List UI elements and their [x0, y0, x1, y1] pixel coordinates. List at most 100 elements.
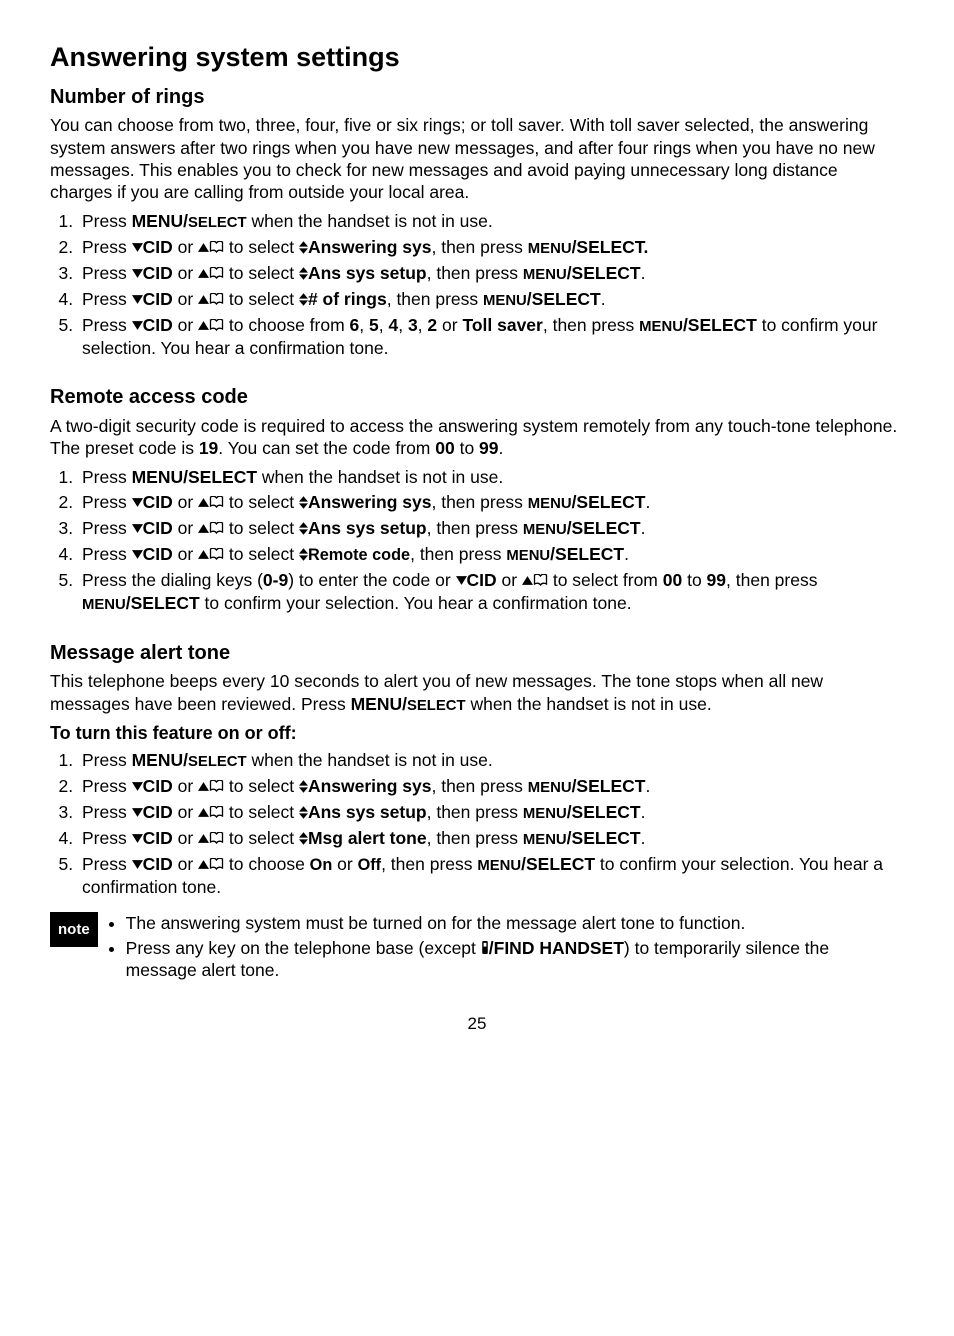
- option: 4: [388, 315, 398, 335]
- key-label: /SELECT: [572, 776, 646, 796]
- key-label: MENU: [506, 548, 550, 564]
- intro-paragraph: You can choose from two, three, four, fi…: [50, 114, 904, 204]
- updown-icon: [299, 241, 308, 254]
- option: Toll saver: [462, 315, 542, 335]
- key-label: MENU: [528, 496, 572, 512]
- phonebook-icon: [209, 293, 224, 308]
- note-list: The answering system must be turned on f…: [108, 910, 904, 983]
- list-item: Press MENU/SELECT when the handset is no…: [78, 210, 904, 233]
- note-item: Press any key on the telephone base (exc…: [126, 937, 904, 982]
- updown-icon: [299, 780, 308, 793]
- menu-option: Ans sys setup: [308, 263, 427, 283]
- key-label: /SELECT: [550, 544, 624, 564]
- menu-option: Ans sys setup: [308, 802, 427, 822]
- down-icon: [132, 780, 143, 795]
- phonebook-icon: [209, 319, 224, 334]
- key-label: MENU: [477, 858, 521, 874]
- up-icon: [522, 574, 533, 589]
- menu-option: Answering sys: [308, 776, 432, 796]
- up-icon: [198, 522, 209, 537]
- phonebook-icon: [209, 806, 224, 821]
- down-icon: [456, 574, 467, 589]
- key-label: /SELECT.: [572, 237, 649, 257]
- key-label: MENU: [528, 241, 572, 257]
- key-label: /SELECT: [126, 593, 200, 613]
- text: Press: [82, 750, 132, 770]
- heading: Number of rings: [50, 85, 904, 111]
- menu-option: Answering sys: [308, 237, 432, 257]
- down-icon: [132, 548, 143, 563]
- key-label: MENU/SELECT: [132, 750, 247, 770]
- key-label: MENU: [523, 267, 567, 283]
- key-label: /SELECT: [567, 828, 641, 848]
- up-icon: [198, 858, 209, 873]
- text: to confirm your selection. You hear a co…: [200, 593, 632, 613]
- menu-option: # of rings: [308, 289, 387, 309]
- up-icon: [198, 267, 209, 282]
- updown-icon: [299, 548, 308, 561]
- menu-option: Ans sys setup: [308, 518, 427, 538]
- down-icon: [132, 832, 143, 847]
- updown-icon: [299, 806, 308, 819]
- text: Press: [82, 211, 132, 231]
- option: 6: [350, 315, 360, 335]
- key-label: /SELECT: [567, 263, 641, 283]
- up-icon: [198, 548, 209, 563]
- phonebook-icon: [209, 780, 224, 795]
- intro-paragraph: This telephone beeps every 10 seconds to…: [50, 670, 904, 715]
- section-remote-access-code: Remote access code A two-digit security …: [50, 385, 904, 614]
- menu-option: Answering sys: [308, 492, 432, 512]
- down-icon: [132, 267, 143, 282]
- key-label: /FIND HANDSET: [489, 938, 624, 958]
- text: when the handset is not in use.: [247, 750, 493, 770]
- value: 99: [707, 570, 726, 590]
- up-icon: [198, 780, 209, 795]
- list-item: Press MENU/SELECT when the handset is no…: [78, 749, 904, 772]
- text: when the handset is not in use.: [257, 467, 503, 487]
- down-icon: [132, 522, 143, 537]
- down-icon: [132, 241, 143, 256]
- value: 00: [663, 570, 682, 590]
- page-title: Answering system settings: [50, 40, 904, 75]
- key-label: MENU: [523, 806, 567, 822]
- down-icon: [132, 806, 143, 821]
- list-item: Press CID or to select Answering sys, th…: [78, 491, 904, 514]
- updown-icon: [299, 267, 308, 280]
- list-item: Press CID or to select Answering sys, th…: [78, 775, 904, 798]
- phonebook-icon: [209, 832, 224, 847]
- key-label: MENU: [639, 319, 683, 335]
- key-label: MENU: [528, 780, 572, 796]
- menu-option: Remote code: [308, 546, 410, 564]
- phonebook-icon: [209, 267, 224, 282]
- list-item: Press CID or to select Msg alert tone, t…: [78, 827, 904, 850]
- key-label: /SELECT: [567, 802, 641, 822]
- subheading: To turn this feature on or off:: [50, 722, 904, 745]
- option: 5: [369, 315, 379, 335]
- updown-icon: [299, 832, 308, 845]
- updown-icon: [299, 522, 308, 535]
- list-item: Press CID or to choose On or Off, then p…: [78, 853, 904, 898]
- list-item: Press CID or to select Ans sys setup, th…: [78, 262, 904, 285]
- phonebook-icon: [209, 548, 224, 563]
- down-icon: [132, 293, 143, 308]
- list-item: Press the dialing keys (0-9) to enter th…: [78, 569, 904, 614]
- handset-icon: [481, 941, 489, 957]
- key-label: MENU/SELECT: [132, 467, 257, 487]
- option: Off: [358, 856, 382, 874]
- range: 0-9: [263, 570, 288, 590]
- phonebook-icon: [209, 241, 224, 256]
- key-label: MENU: [82, 597, 126, 613]
- text: ) to enter the code or: [288, 570, 455, 590]
- page-number: 25: [50, 1013, 904, 1035]
- up-icon: [198, 806, 209, 821]
- up-icon: [198, 319, 209, 334]
- up-icon: [198, 293, 209, 308]
- phonebook-icon: [209, 858, 224, 873]
- phonebook-icon: [209, 496, 224, 511]
- list-item: Press CID or to select Remote code, then…: [78, 543, 904, 566]
- key-label: /SELECT: [521, 854, 595, 874]
- down-icon: [132, 496, 143, 511]
- key-label: MENU/SELECT: [132, 211, 247, 231]
- steps-list: Press MENU/SELECT when the handset is no…: [50, 466, 904, 615]
- list-item: Press CID or to select Answering sys, th…: [78, 236, 904, 259]
